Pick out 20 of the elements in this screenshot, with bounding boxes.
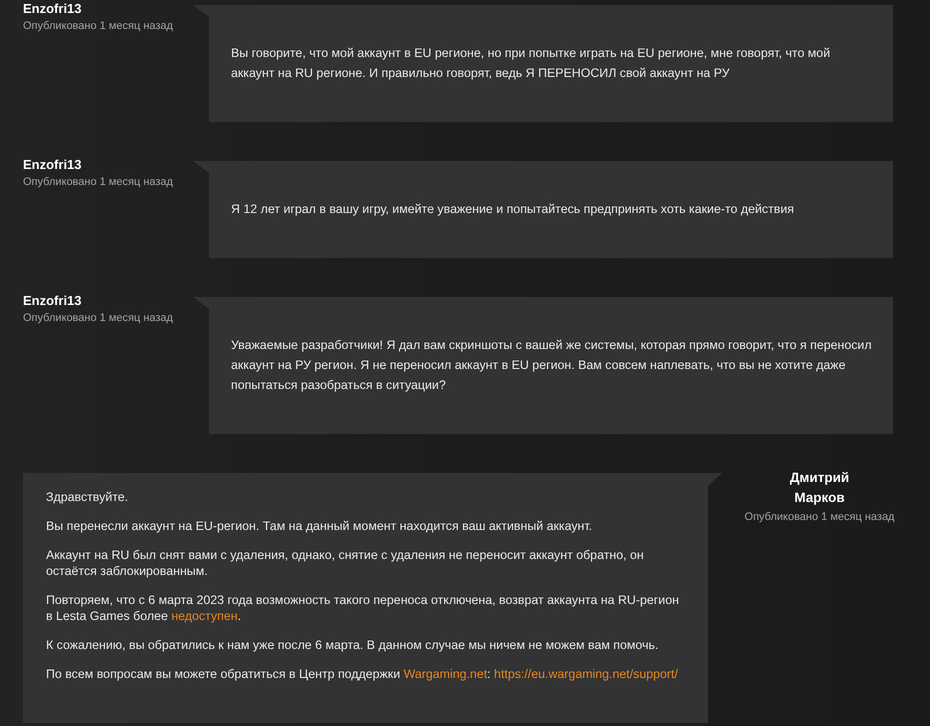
- author-name: Дмитрий Марков: [788, 469, 850, 507]
- author-name: Enzofri13: [23, 1, 82, 17]
- text-link[interactable]: https://eu.wargaming.net/support/: [494, 667, 678, 681]
- post-date: Опубликовано 1 месяц назад: [23, 175, 173, 189]
- message-text: Аккаунт на RU был снят вами с удаления, однако, снятие с удаления не переносит аккаунт обратно, он остаётся заблокированным.: [46, 547, 645, 579]
- post-date: Опубликовано 1 месяц назад: [23, 19, 173, 33]
- text-link[interactable]: недоступен: [171, 609, 238, 623]
- message-text: Повторяем, что с 6 марта 2023 года возможность такого переноса отключена, возврат аккаунта на RU-регион в Lesta Games более недоступен.: [46, 592, 680, 624]
- message-text: Здравствуйте.: [46, 489, 130, 505]
- message-text: К сожалению, вы обратились к нам уже после 6 марта. В данном случае мы ничем не можем вам помочь.: [46, 637, 660, 653]
- message-text: Вы перенесли аккаунт на EU-регион. Там на данный момент находится ваш активный аккаунт.: [46, 518, 594, 534]
- message-text: Уважаемые разработчики! Я дал вам скриншоты с вашей же системы, которая прямо говорит, что я переносил аккаунт на РУ регион. Я не переносил аккаунт в EU регион. Вам совсем наплевать, что вы не хотите даже попытаться разобраться в ситуации?: [231, 337, 873, 394]
- author-name: Enzofri13: [23, 157, 82, 173]
- post-date: Опубликовано 1 месяц назад: [23, 311, 173, 325]
- post-date: Опубликовано 1 месяц назад: [744, 510, 894, 524]
- text-link[interactable]: Wargaming.net: [404, 667, 488, 681]
- message-text: Я 12 лет играл в вашу игру, имейте уважение и попытайтесь предпринять хоть какие-то действия: [231, 201, 795, 218]
- author-name: Enzofri13: [23, 293, 82, 309]
- message-text: Вы говорите, что мой аккаунт в EU регионе, но при попытке играть на EU регионе, мне говорят, что мой аккаунт на RU регионе. И правильно говорят, ведь Я ПЕРЕНОСИЛ свой аккаунт на РУ: [231, 45, 832, 82]
- message-text: По всем вопросам вы можете обратиться в Центр поддержки Wargaming.net: https://eu.wargaming.net/support/: [46, 666, 679, 682]
